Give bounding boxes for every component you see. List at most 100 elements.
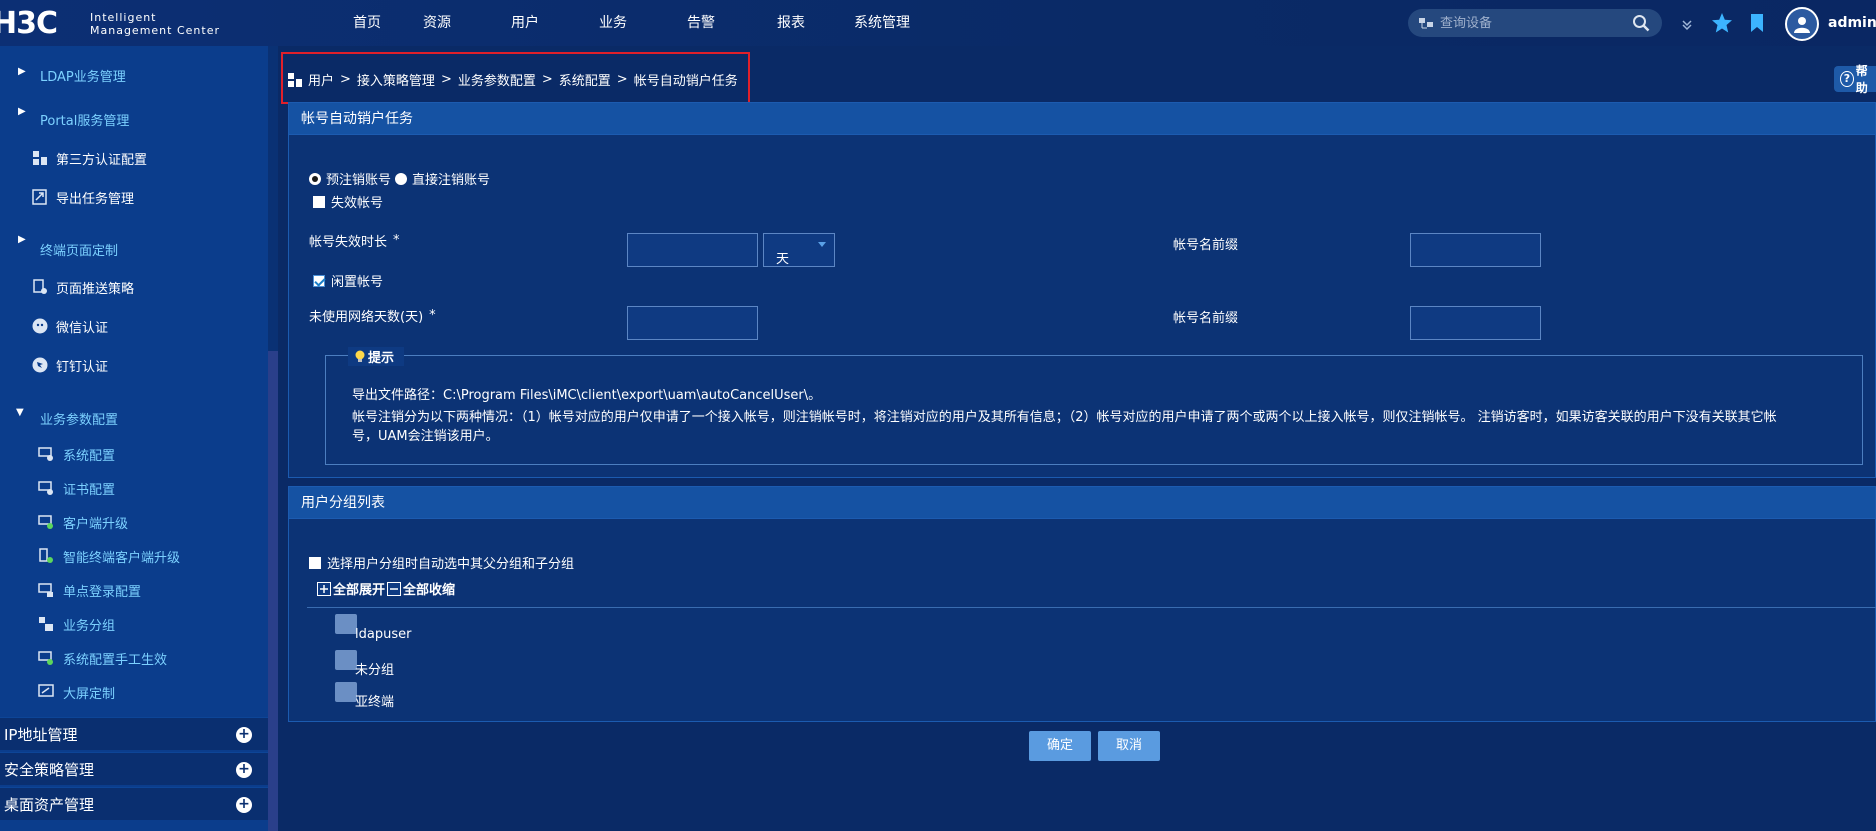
help-icon: ? <box>1840 71 1854 87</box>
breadcrumb: 用户 > 接入策略管理 > 业务参数配置 > 系统配置 > 帐号自动销户任务 <box>286 70 738 89</box>
sidebar-item-manual-apply[interactable]: 系统配置手工生效 <box>0 643 268 673</box>
nav-report[interactable]: 报表 <box>776 0 806 46</box>
top-bar: H3C Intelligent Management Center 首页 资源 … <box>0 0 1876 46</box>
sidebar-item-label: 单点登录配置 <box>63 584 142 600</box>
bookmark-icon[interactable] <box>1749 13 1765 33</box>
expire-duration-input[interactable] <box>627 233 758 267</box>
sidebar-item-client-upgrade[interactable]: 客户端升级 <box>0 507 268 537</box>
nav-resource[interactable]: 资源 <box>422 0 452 46</box>
username[interactable]: admin <box>1828 15 1876 31</box>
sidebar-item-service-group[interactable]: 业务分组 <box>0 609 268 639</box>
sidebar-item-label: 微信认证 <box>56 320 109 336</box>
idle-account-checkbox[interactable] <box>313 274 325 287</box>
auto-select-row: 选择用户分组时自动选中其父分组和子分组 <box>309 553 574 572</box>
scrollbar-thumb[interactable] <box>268 351 278 831</box>
avatar[interactable] <box>1785 7 1819 41</box>
sidebar-item-label: 系统配置 <box>63 448 116 464</box>
tip-cancel-rules: 帐号注销分为以下两种情况：（1）帐号对应的用户仅申请了一个接入帐号，则注销帐号时… <box>352 410 1777 425</box>
tree-node-ungrouped[interactable]: 未分组 <box>335 641 394 678</box>
tree-toolbar: 全部展开 全部收缩 <box>317 579 455 598</box>
chevron-down-double-icon[interactable] <box>1680 18 1694 32</box>
search-box <box>1408 9 1662 37</box>
sidebar-item-label: 系统配置手工生效 <box>63 652 168 668</box>
nav-service[interactable]: 业务 <box>598 0 628 46</box>
prefix-label-1: 帐号名前缀 <box>1173 238 1239 253</box>
sidebar-item-portal[interactable]: ▶ Portal服务管理 <box>0 104 268 134</box>
breadcrumb-item-current: 帐号自动销户任务 <box>633 74 738 89</box>
sidebar-item-sso-config[interactable]: 单点登录配置 <box>0 575 268 605</box>
prefix-input-2[interactable] <box>1410 306 1541 340</box>
tree-node-ldapuser[interactable]: ldapuser <box>335 609 411 642</box>
page-push-icon <box>33 279 47 294</box>
star-icon[interactable] <box>1711 12 1733 34</box>
sidebar-item-smart-terminal-upgrade[interactable]: 智能终端客户端升级 <box>0 541 268 571</box>
radio-pre-cancel-label[interactable]: 预注销账号 <box>326 169 391 188</box>
nav-alarm[interactable]: 告警 <box>686 0 716 46</box>
tree-node-label: 亚终端 <box>355 695 395 710</box>
expire-unit-select[interactable]: 天 <box>763 233 835 267</box>
plus-icon[interactable]: + <box>236 797 252 813</box>
idle-days-input[interactable] <box>627 306 758 340</box>
tip-export-path: 导出文件路径：C:\Program Files\iMC\client\expor… <box>352 388 822 403</box>
sidebar-item-wechat[interactable]: 微信认证 <box>0 311 268 341</box>
expand-all-button[interactable]: 全部展开 <box>333 579 385 598</box>
device-icon <box>1419 18 1433 29</box>
sidebar-scrollbar[interactable] <box>268 46 278 831</box>
prefix-label-2: 帐号名前缀 <box>1173 311 1239 326</box>
sidebar-item-label: 大屏定制 <box>63 686 116 702</box>
sidebar-item-service-params[interactable]: ▼ 业务参数配置 <box>0 403 268 433</box>
sidebar-item-third-party-auth[interactable]: 第三方认证配置 <box>0 143 268 173</box>
sidebar-section-desktop[interactable]: 桌面资产管理 + <box>0 787 268 820</box>
radio-direct-cancel[interactable] <box>395 172 408 185</box>
plus-icon[interactable]: + <box>236 762 252 778</box>
breadcrumb-item-user[interactable]: 用户 <box>308 70 334 89</box>
caret-right-icon: ▶ <box>18 234 26 245</box>
user-icon <box>1794 17 1810 33</box>
nav-home[interactable]: 首页 <box>335 0 399 46</box>
nav-user[interactable]: 用户 <box>510 0 540 46</box>
wechat-icon <box>32 318 48 334</box>
search-icon[interactable] <box>1632 14 1650 32</box>
breadcrumb-separator: > <box>541 72 553 87</box>
radio-direct-cancel-label[interactable]: 直接注销账号 <box>412 169 490 188</box>
help-button[interactable]: ? 帮助 <box>1834 64 1876 95</box>
sidebar-item-dingtalk[interactable]: 钉钉认证 <box>0 350 268 380</box>
breadcrumb-item-system-config[interactable]: 系统配置 <box>559 70 611 89</box>
auto-select-label[interactable]: 选择用户分组时自动选中其父分组和子分组 <box>327 553 574 572</box>
sidebar-section-security[interactable]: 安全策略管理 + <box>0 752 268 785</box>
breadcrumb-item-service-params[interactable]: 业务参数配置 <box>458 70 536 89</box>
idle-account-label[interactable]: 闲置帐号 <box>331 271 383 290</box>
expand-all-icon[interactable] <box>317 581 331 596</box>
sidebar-item-big-screen[interactable]: 大屏定制 <box>0 677 268 707</box>
sidebar-item-label: 业务分组 <box>63 618 116 634</box>
sidebar-item-ldap[interactable]: ▶ LDAP业务管理 <box>0 60 268 90</box>
group-panel-title: 用户分组列表 <box>289 487 1875 519</box>
sidebar-item-system-config[interactable]: 系统配置 <box>0 439 268 469</box>
cancel-button[interactable]: 取消 <box>1098 731 1160 761</box>
search-input[interactable] <box>1440 15 1620 31</box>
tree-node-sub-terminal[interactable]: 亚终端 <box>335 673 394 710</box>
screen-icon <box>38 684 54 697</box>
nav-system[interactable]: 系统管理 <box>852 0 912 46</box>
sidebar-section-ip[interactable]: IP地址管理 + <box>0 717 268 750</box>
sidebar-section-label: IP地址管理 <box>4 725 78 744</box>
auto-select-checkbox[interactable] <box>309 556 321 569</box>
prefix-input-1[interactable] <box>1410 233 1541 267</box>
sidebar-item-export-task[interactable]: 导出任务管理 <box>0 182 268 212</box>
expired-account-checkbox[interactable] <box>313 195 325 208</box>
sidebar-item-cert-config[interactable]: 证书配置 <box>0 473 268 503</box>
caret-down-icon: ▼ <box>16 407 24 418</box>
sidebar-item-page-push[interactable]: 页面推送策略 <box>0 272 268 302</box>
sidebar-item-label: 页面推送策略 <box>56 281 135 297</box>
breadcrumb-item-access-policy[interactable]: 接入策略管理 <box>357 70 435 89</box>
collapse-all-icon[interactable] <box>387 581 402 596</box>
ok-button[interactable]: 确定 <box>1029 731 1091 761</box>
collapse-all-button[interactable]: 全部收缩 <box>403 579 455 598</box>
sidebar-item-label: 证书配置 <box>63 482 116 498</box>
logo[interactable]: H3C Intelligent Management Center <box>0 6 220 41</box>
plus-icon[interactable]: + <box>236 727 252 743</box>
sidebar-item-terminal-page[interactable]: ▶ 终端页面定制 <box>0 234 268 264</box>
expired-account-label[interactable]: 失效帐号 <box>331 192 383 211</box>
sidebar-item-label: 客户端升级 <box>63 516 129 532</box>
radio-pre-cancel[interactable] <box>309 172 321 185</box>
